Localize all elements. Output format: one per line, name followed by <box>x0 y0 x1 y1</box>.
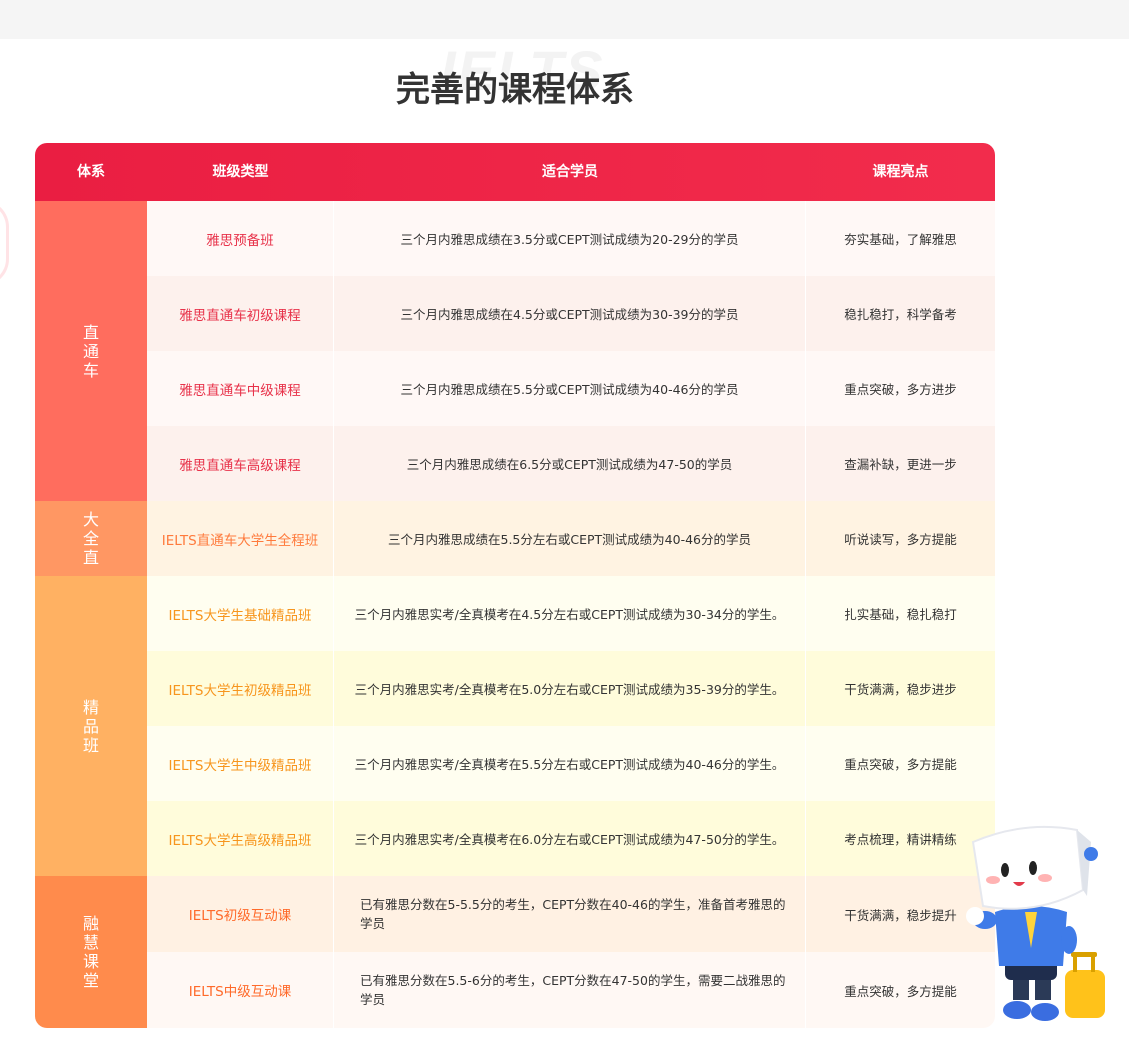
highlight-text: 稳扎稳打，科学备考 <box>844 307 957 322</box>
audience-text: 三个月内雅思成绩在3.5分或CEPT测试成绩为20-29分的学员 <box>334 201 806 276</box>
table-row: IELTS大学生初级精品班 三个月内雅思实考/全真模考在5.0分左右或CEPT测… <box>147 651 995 726</box>
class-name[interactable]: 雅思预备班 <box>147 201 334 276</box>
group-label: 精品班 <box>82 697 99 755</box>
class-name[interactable]: IELTS大学生初级精品班 <box>147 651 334 726</box>
audience-text: 已有雅思分数在5-5.5分的考生，CEPT分数在40-46的学生，准备首考雅思的… <box>334 876 806 952</box>
table-row: 雅思直通车中级课程 三个月内雅思成绩在5.5分或CEPT测试成绩为40-46分的… <box>147 351 995 426</box>
table-row: IELTS直通车大学生全程班 三个月内雅思成绩在5.5分左右或CEPT测试成绩为… <box>147 501 995 576</box>
audience-text: 三个月内雅思实考/全真模考在6.0分左右或CEPT测试成绩为47-50分的学生。 <box>334 801 806 876</box>
class-name[interactable]: IELTS中级互动课 <box>147 952 334 1028</box>
group-ronghui-classroom: 融慧课堂 <box>35 876 147 1028</box>
audience-text: 三个月内雅思实考/全真模考在5.5分左右或CEPT测试成绩为40-46分的学生。 <box>334 726 806 801</box>
table-row: 雅思直通车高级课程 三个月内雅思成绩在6.5分或CEPT测试成绩为47-50的学… <box>147 426 995 501</box>
audience-text: 已有雅思分数在5.5-6分的考生，CEPT分数在47-50的学生，需要二战雅思的… <box>334 952 806 1028</box>
group-jingpinban: 精品班 <box>35 576 147 876</box>
highlight-text: 查漏补缺，更进一步 <box>844 457 957 472</box>
group-daquanzhi: 大全直 <box>35 501 147 576</box>
table-row: 雅思直通车初级课程 三个月内雅思成绩在4.5分或CEPT测试成绩为30-39分的… <box>147 276 995 351</box>
header-class-type: 班级类型 <box>212 164 269 180</box>
highlight-text: 干货满满，稳步进步 <box>844 682 957 697</box>
top-bar <box>0 0 1129 39</box>
table-row: IELTS初级互动课 已有雅思分数在5-5.5分的考生，CEPT分数在40-46… <box>147 876 995 952</box>
class-name[interactable]: 雅思直通车高级课程 <box>147 426 334 501</box>
highlight-text: 听说读写，多方提能 <box>844 532 957 547</box>
audience-text: 三个月内雅思成绩在4.5分或CEPT测试成绩为30-39分的学员 <box>334 276 806 351</box>
highlight-text: 扎实基础，稳扎稳打 <box>844 607 957 622</box>
mascot-illustration <box>966 825 1105 1021</box>
class-name[interactable]: IELTS大学生高级精品班 <box>147 801 334 876</box>
table-row: IELTS中级互动课 已有雅思分数在5.5-6分的考生，CEPT分数在47-50… <box>147 952 995 1028</box>
page-title: 完善的课程体系 <box>396 70 634 110</box>
group-zhitongche: 直通车 <box>35 201 147 501</box>
highlight-text: 重点突破，多方进步 <box>844 382 957 397</box>
class-name[interactable]: IELTS直通车大学生全程班 <box>147 501 334 576</box>
group-label: 直通车 <box>82 322 99 380</box>
table-row: IELTS大学生中级精品班 三个月内雅思实考/全真模考在5.5分左右或CEPT测… <box>147 726 995 801</box>
highlight-text: 夯实基础，了解雅思 <box>844 232 957 247</box>
audience-text: 三个月内雅思成绩在5.5分或CEPT测试成绩为40-46分的学员 <box>334 351 806 426</box>
class-name[interactable]: 雅思直通车中级课程 <box>147 351 334 426</box>
highlight-text: 重点突破，多方提能 <box>844 757 957 772</box>
group-label: 融慧课堂 <box>82 914 99 990</box>
decorative-ring <box>0 200 9 286</box>
class-name[interactable]: IELTS初级互动课 <box>147 876 334 952</box>
header-highlight: 课程亮点 <box>872 164 929 180</box>
audience-text: 三个月内雅思实考/全真模考在5.0分左右或CEPT测试成绩为35-39分的学生。 <box>334 651 806 726</box>
audience-text: 三个月内雅思实考/全真模考在4.5分左右或CEPT测试成绩为30-34分的学生。 <box>334 576 806 651</box>
class-name[interactable]: 雅思直通车初级课程 <box>147 276 334 351</box>
class-name[interactable]: IELTS大学生基础精品班 <box>147 576 334 651</box>
course-table: 体系 班级类型 适合学员 课程亮点 直通车 大全直 精品班 融慧课堂 雅思预备班… <box>35 143 995 1028</box>
table-row: 雅思预备班 三个月内雅思成绩在3.5分或CEPT测试成绩为20-29分的学员 夯… <box>147 201 995 276</box>
table-row: IELTS大学生高级精品班 三个月内雅思实考/全真模考在6.0分左右或CEPT测… <box>147 801 995 876</box>
header-audience: 适合学员 <box>542 164 598 180</box>
class-name[interactable]: IELTS大学生中级精品班 <box>147 726 334 801</box>
table-row: IELTS大学生基础精品班 三个月内雅思实考/全真模考在4.5分左右或CEPT测… <box>147 576 995 651</box>
audience-text: 三个月内雅思成绩在6.5分或CEPT测试成绩为47-50的学员 <box>334 426 806 501</box>
header-system: 体系 <box>77 164 105 180</box>
table-header: 体系 班级类型 适合学员 课程亮点 <box>35 143 995 201</box>
audience-text: 三个月内雅思成绩在5.5分左右或CEPT测试成绩为40-46分的学员 <box>334 501 806 576</box>
group-label: 大全直 <box>82 510 99 567</box>
